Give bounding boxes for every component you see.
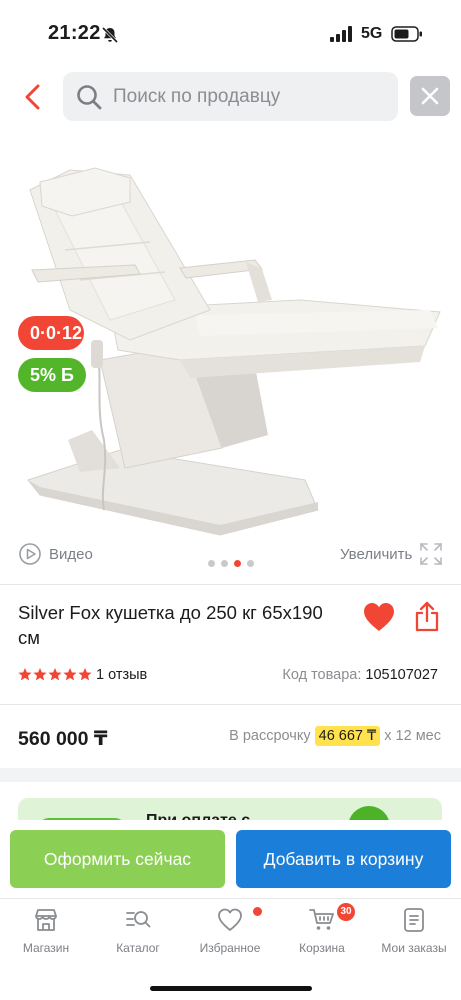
clear-search-button[interactable] — [410, 76, 450, 116]
rating-stars — [18, 668, 92, 681]
tab-shop[interactable]: Магазин — [0, 907, 92, 963]
shop-icon — [35, 909, 57, 931]
status-time: 21:22 — [48, 22, 101, 44]
installment-suffix: х 12 мес — [384, 728, 441, 744]
action-bar: Оформить сейчас Добавить в корзину — [0, 820, 461, 898]
bottom-tab-bar: Магазин Каталог Избранное Корзина Мои за… — [0, 898, 461, 1000]
product-title: Silver Fox кушетка до 250 кг 65х190 см — [18, 602, 323, 648]
search-header: Поиск по продавцу — [0, 72, 461, 124]
add-to-cart-button[interactable]: Добавить в корзину — [236, 830, 451, 888]
zoom-button[interactable]: Увеличить — [340, 542, 446, 568]
tab-label: Избранное — [199, 941, 261, 955]
divider — [0, 584, 461, 585]
search-icon — [77, 85, 102, 110]
product-price: 560 000 ₸ — [18, 728, 108, 750]
network-label: 5G — [361, 25, 383, 42]
home-indicator[interactable] — [150, 986, 312, 991]
tab-catalog[interactable]: Каталог — [92, 907, 184, 963]
expand-icon — [420, 543, 442, 565]
tab-favorites[interactable]: Избранное — [184, 907, 276, 963]
signal-icon — [330, 26, 352, 42]
tab-orders[interactable]: Мои заказы — [368, 907, 460, 963]
status-bar: 21:22 5G — [0, 0, 461, 66]
product-image — [27, 167, 441, 536]
heart-icon[interactable] — [362, 601, 396, 633]
installment-badge: 0·0·12 — [18, 316, 84, 350]
section-separator — [0, 768, 461, 782]
pagination-dot-active[interactable] — [234, 560, 241, 567]
tab-label: Каталог — [116, 941, 160, 955]
catalog-search-icon — [126, 911, 151, 928]
orders-icon — [404, 908, 424, 932]
tab-label: Магазин — [22, 941, 70, 955]
share-icon[interactable] — [413, 601, 441, 633]
search-placeholder: Поиск по продавцу — [113, 86, 281, 107]
installment-prefix: В рассрочку — [229, 728, 311, 744]
play-circle-icon — [19, 543, 41, 565]
heart-icon — [218, 908, 242, 931]
sku-label: Код товара: — [282, 667, 362, 683]
bell-mute-icon — [101, 26, 119, 44]
installment-amount: 46 667 ₸ — [314, 726, 381, 746]
tab-label: Мои заказы — [381, 941, 447, 955]
close-icon — [421, 87, 439, 105]
tab-label: Корзина — [299, 941, 345, 955]
product-gallery[interactable]: 0·0·12 5% Б Видео Увеличить — [0, 130, 461, 580]
pagination-dot[interactable] — [221, 560, 228, 567]
sku-value: 105107027 — [365, 667, 438, 683]
installment-info[interactable]: В рассрочку 46 667 ₸ х 12 мес — [229, 726, 441, 746]
reviews-count[interactable]: 1 отзыв — [96, 667, 147, 683]
cart-icon — [309, 909, 334, 930]
pagination-dot[interactable] — [208, 560, 215, 567]
divider — [0, 704, 461, 705]
cart-count-badge: 30 — [337, 903, 355, 921]
chevron-left-icon[interactable] — [22, 82, 44, 112]
zoom-label: Увеличить — [340, 546, 413, 563]
battery-icon — [391, 26, 422, 42]
bonus-badge: 5% Б — [18, 358, 86, 392]
favorites-notification-dot — [253, 907, 262, 916]
gallery-pagination — [208, 560, 258, 568]
search-input[interactable]: Поиск по продавцу — [63, 72, 398, 121]
sku: Код товара: 105107027 — [282, 667, 438, 683]
pagination-dot[interactable] — [247, 560, 254, 567]
video-label: Видео — [49, 546, 93, 563]
buy-now-button[interactable]: Оформить сейчас — [10, 830, 225, 888]
